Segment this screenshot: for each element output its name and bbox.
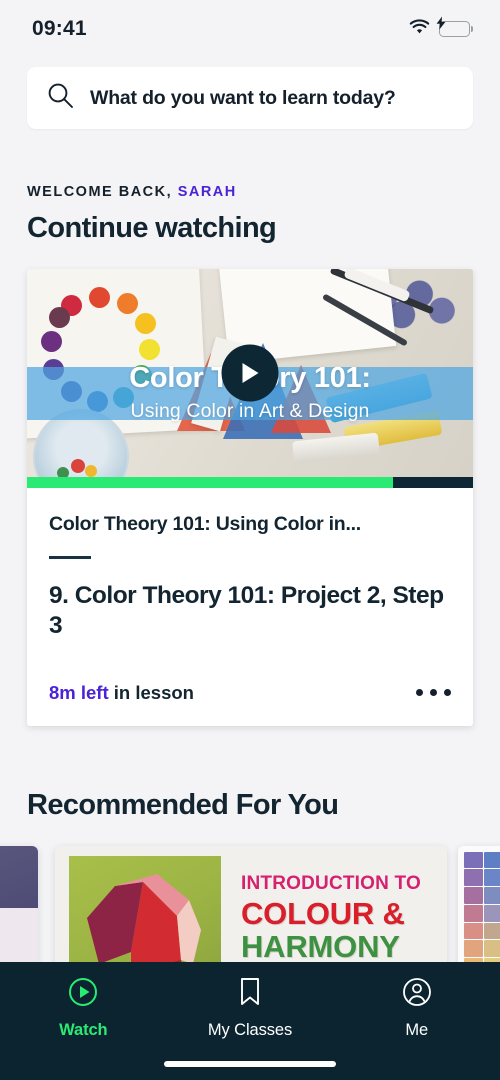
play-icon (242, 363, 258, 383)
time-remaining-value: 8m left (49, 681, 109, 703)
home-indicator (164, 1061, 336, 1067)
card-artwork (0, 845, 38, 908)
play-button[interactable] (221, 344, 279, 402)
recommended-card-left[interactable] (0, 845, 38, 981)
tab-me-label: Me (405, 1021, 429, 1039)
welcome-prefix: WELCOME BACK, (27, 184, 178, 200)
lesson-title: 9. Color Theory 101: Project 2, Step 3 (49, 582, 444, 639)
play-circle-icon (68, 977, 98, 1012)
time-remaining-suffix: in lesson (108, 681, 194, 703)
welcome-message: WELCOME BACK, SARAH (27, 184, 500, 200)
bottom-tab-bar: Watch My Classes Me (0, 962, 500, 1080)
divider (49, 556, 91, 559)
tab-my-classes[interactable]: My Classes (167, 977, 334, 1040)
continue-watching-card[interactable]: Color Theory 101: Using Color in Art & D… (27, 269, 473, 726)
course-title: Color Theory 101: Using Color in... (49, 513, 361, 535)
time-remaining: 8m left in lesson (49, 682, 194, 704)
tab-watch[interactable]: Watch (0, 977, 167, 1040)
progress-bar-fill (27, 477, 393, 488)
wifi-icon (409, 18, 430, 40)
tab-my-classes-label: My Classes (207, 1021, 293, 1039)
tab-watch-label: Watch (59, 1021, 108, 1039)
person-icon (402, 977, 432, 1012)
user-name: SARAH (177, 184, 237, 200)
card-title-line3: HARMONY (241, 928, 400, 964)
bookmark-icon (238, 977, 262, 1012)
video-thumbnail[interactable]: Color Theory 101: Using Color in Art & D… (27, 269, 473, 477)
progress-bar (27, 477, 473, 488)
card-title-line1: INTRODUCTION TO (241, 872, 421, 894)
more-options-icon[interactable] (416, 689, 451, 697)
status-indicators (409, 16, 474, 40)
search-icon (47, 82, 74, 114)
search-input[interactable]: What do you want to learn today? (27, 67, 473, 129)
recommended-heading: Recommended For You (27, 788, 339, 821)
color-swatch-grid (458, 845, 500, 981)
search-placeholder: What do you want to learn today? (90, 86, 396, 109)
status-bar: 09:41 (0, 0, 500, 58)
status-time: 09:41 (32, 17, 87, 40)
continue-watching-heading: Continue watching (27, 212, 277, 244)
recommended-card-right[interactable] (458, 845, 500, 981)
tab-me[interactable]: Me (333, 977, 500, 1040)
thumbnail-subtitle: Using Color in Art & Design (130, 400, 370, 423)
card-title-line2: COLOUR & (241, 895, 405, 931)
battery-charging-icon (436, 16, 474, 37)
